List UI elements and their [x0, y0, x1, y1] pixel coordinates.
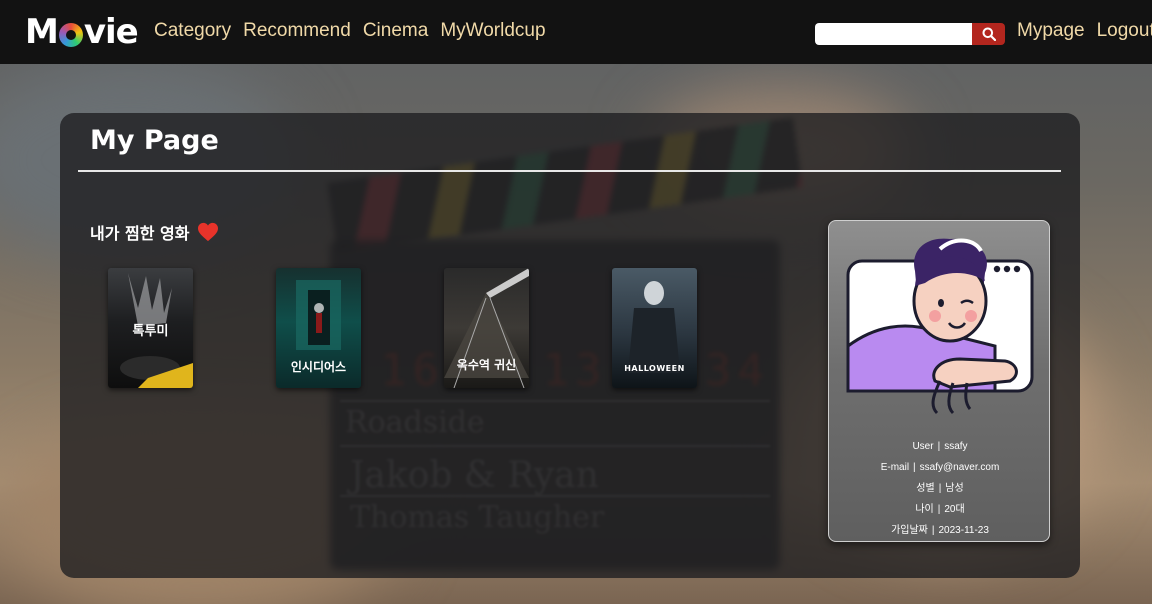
nav-myworldcup[interactable]: MyWorldcup	[440, 20, 545, 42]
nav-category[interactable]: Category	[154, 20, 231, 42]
profile-label: 나이	[915, 504, 934, 515]
profile-row-email: E-mail | ssafy@naver.com	[880, 462, 1000, 473]
profile-value: ssafy@naver.com	[919, 462, 1000, 473]
search-button[interactable]	[972, 23, 1005, 45]
search-input[interactable]	[815, 23, 972, 45]
profile-label: 성별	[916, 483, 935, 494]
poster-title: 인시디어스	[290, 360, 347, 374]
liked-movies-label: 내가 찜한 영화	[90, 224, 190, 243]
nav-mypage[interactable]: Mypage	[1017, 20, 1085, 42]
avatar	[846, 238, 1034, 415]
profile-value: ssafy	[944, 441, 968, 452]
profile-row-age: 나이 | 20대	[915, 504, 965, 515]
nav-recommend[interactable]: Recommend	[243, 20, 351, 42]
profile-row-joined: 가입날짜 | 2023-11-23	[891, 525, 989, 536]
poster-title: 톡투미	[132, 324, 169, 339]
page-title: My Page	[90, 125, 219, 156]
profile-row-user: User | ssafy	[912, 441, 968, 452]
search-bar	[815, 23, 1005, 45]
profile-value: 남성	[945, 483, 964, 494]
profile-label: User	[912, 441, 934, 452]
nav-links: Category Recommend Cinema MyWorldcup	[154, 20, 546, 42]
movie-poster[interactable]: 인시디어스	[276, 268, 361, 388]
nav-logout[interactable]: Logout	[1097, 20, 1152, 42]
movie-poster[interactable]: 옥수역 귀신	[444, 268, 529, 388]
profile-card: User | ssafy E-mail | ssafy@naver.com 성별 | 남성 …	[828, 220, 1050, 542]
search-icon	[982, 27, 996, 41]
logo-reel-icon	[58, 23, 83, 47]
poster-title: 옥수역 귀신	[456, 358, 517, 372]
heart-icon	[198, 222, 219, 242]
navbar: Mvie Category Recommend Cinema MyWorldcu…	[0, 0, 1152, 64]
profile-value: 2023-11-23	[938, 525, 989, 536]
profile-row-gender: 성별 | 남성	[916, 483, 964, 494]
poster-title: HALLOWEEN	[624, 364, 685, 373]
logo[interactable]: Mvie	[25, 12, 139, 52]
profile-value: 20대	[944, 504, 965, 515]
movie-poster[interactable]: HALLOWEEN	[612, 268, 697, 388]
nav-cinema[interactable]: Cinema	[363, 20, 428, 42]
profile-info: User | ssafy E-mail | ssafy@naver.com 성별 | 남성 …	[829, 436, 1051, 541]
movie-poster[interactable]: 톡투미	[108, 268, 193, 388]
title-divider	[78, 170, 1061, 172]
mypage-panel: My Page 내가 찜한 영화 톡투미 인시디어스 옥수역 귀신 HALLOW…	[60, 113, 1080, 578]
profile-label: E-mail	[880, 462, 910, 473]
account-links: Mypage Logout	[1017, 20, 1152, 42]
profile-label: 가입날짜	[891, 525, 928, 536]
liked-movies-heading: 내가 찜한 영화	[90, 220, 219, 244]
